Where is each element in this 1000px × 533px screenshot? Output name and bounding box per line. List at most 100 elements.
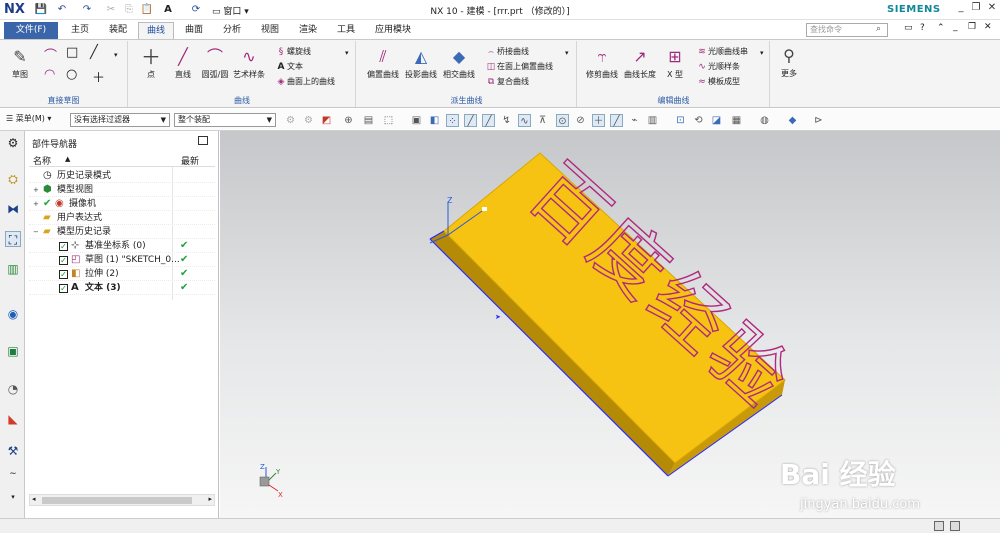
quadrant-snap-icon[interactable]: ⊘ xyxy=(574,114,587,127)
trim-curve-button[interactable]: ⥾ 修剪曲线 xyxy=(584,44,620,86)
reuse-library-icon[interactable]: ▥ xyxy=(5,261,21,277)
tangent-snap-icon[interactable]: ╱ xyxy=(610,114,623,127)
more-sketch-icon[interactable]: ▾ xyxy=(114,51,118,59)
rotate-view-icon[interactable]: ⟲ xyxy=(692,114,705,127)
curve-length-button[interactable]: ↗ 曲线长度 xyxy=(622,44,658,86)
intersect-curve-button[interactable]: ◆ 相交曲线 xyxy=(441,44,477,86)
copy-icon[interactable]: ⎘ xyxy=(122,3,136,17)
line-icon[interactable]: ╱ xyxy=(90,45,98,60)
part-navigator-icon[interactable]: ⛶ xyxy=(5,231,21,247)
orient-view-icon[interactable]: ▦ xyxy=(730,114,743,127)
sub-close-button[interactable]: ✕ xyxy=(984,22,992,32)
offset-curve-button[interactable]: ⫽ 偏置曲线 xyxy=(365,44,401,86)
system-materials-icon[interactable]: ∼ xyxy=(5,466,21,482)
deselect-icon[interactable]: ⊕ xyxy=(342,114,355,127)
cut-icon[interactable]: ✂ xyxy=(104,3,118,17)
column-name-header[interactable]: 名称 xyxy=(33,154,51,167)
settings-icon[interactable]: ⚙ xyxy=(5,135,21,151)
ribbon-options-icon[interactable]: ▭ xyxy=(904,23,913,33)
text-tool-icon[interactable]: A xyxy=(161,3,175,17)
maximize-panel-icon[interactable] xyxy=(198,136,208,145)
arc-circle-button[interactable]: ⌒ 圆弧/圆 xyxy=(199,44,231,86)
curve-more-icon[interactable]: ▾ xyxy=(345,49,349,57)
offset-in-face-button[interactable]: ◫ 在面上偏置曲线 xyxy=(485,60,553,74)
collapse-ribbon-icon[interactable]: ⌃ xyxy=(937,23,945,33)
tab-home[interactable]: 主页 xyxy=(62,22,98,39)
web-browser-icon[interactable]: ◉ xyxy=(5,306,21,322)
close-button[interactable]: ✕ xyxy=(984,2,1000,16)
tree-row-cameras[interactable]: + ✔ ◉ 摄像机 xyxy=(29,197,215,211)
window-menu[interactable]: ▭ 窗口 ▾ xyxy=(212,4,249,17)
circle-icon[interactable]: ○ xyxy=(66,67,77,82)
tree-row-model-history[interactable]: − ▰ 模型历史记录 xyxy=(29,225,215,239)
sort-ascending-icon[interactable]: ▲ xyxy=(65,155,70,163)
tab-surface[interactable]: 曲面 xyxy=(176,22,212,39)
component-filter-icon[interactable]: ⚙ xyxy=(302,114,315,127)
tree-row-extrude[interactable]: ✓ ◧ 拉伸 (2) ✔ xyxy=(29,267,215,281)
assembly-navigator-icon[interactable]: ⛭ xyxy=(5,171,21,187)
restore-button[interactable]: ❐ xyxy=(968,2,984,16)
tree-row-text[interactable]: ✓ A 文本 (3) ✔ xyxy=(29,281,215,295)
tree-row-history-mode[interactable]: ◷ 历史记录模式 xyxy=(29,169,215,183)
rectangle-icon[interactable]: □ xyxy=(66,45,78,60)
repeat-command-icon[interactable]: ⟳ xyxy=(189,3,203,17)
redo-icon[interactable]: ↷ xyxy=(80,3,94,17)
visibility-checkbox[interactable]: ✓ xyxy=(59,256,68,265)
profile-icon[interactable]: ⌒ xyxy=(44,45,57,64)
more-button[interactable]: ⚲ 更多 xyxy=(774,43,804,85)
tree-row-sketch[interactable]: ✓ ◰ 草图 (1) "SKETCH_0... ✔ xyxy=(29,253,215,267)
type-filter-icon[interactable]: ⚙ xyxy=(284,114,297,127)
center-snap-icon[interactable]: ⊙ xyxy=(556,114,569,127)
midpoint-snap-icon[interactable]: ╱ xyxy=(482,114,495,127)
assembly-scope-dropdown[interactable]: 整个装配 ▼ xyxy=(174,113,276,127)
selection-scope-icon[interactable]: ▤ xyxy=(362,114,375,127)
help-icon[interactable]: ? xyxy=(920,23,925,33)
scroll-right-icon[interactable]: ▸ xyxy=(208,495,212,503)
snap-point-icon[interactable]: ⁘ xyxy=(446,114,459,127)
tab-tools[interactable]: 工具 xyxy=(328,22,364,39)
derived-more-icon[interactable]: ▾ xyxy=(565,49,569,57)
arc-icon[interactable]: ◠ xyxy=(44,67,55,82)
point-button[interactable]: ＋ 点 xyxy=(135,44,167,86)
expand-icon[interactable]: + xyxy=(33,183,39,197)
main-menu-button[interactable]: ☰ 菜单(M) ▾ xyxy=(6,113,51,124)
render-style-icon[interactable]: ◪ xyxy=(710,114,723,127)
visibility-checkbox[interactable]: ✓ xyxy=(59,242,68,251)
navigator-horizontal-scrollbar[interactable]: ◂ ▸ xyxy=(29,494,215,506)
scroll-down-icon[interactable]: ▾ xyxy=(5,489,21,505)
edit-section-icon[interactable]: ◍ xyxy=(758,114,771,127)
tab-analysis[interactable]: 分析 xyxy=(214,22,250,39)
sketch-button[interactable]: ✎ 草图 xyxy=(4,44,36,86)
point-on-curve-icon[interactable]: ＋ xyxy=(592,114,605,127)
tab-assembly[interactable]: 装配 xyxy=(100,22,136,39)
tree-row-user-expressions[interactable]: ▰ 用户表达式 xyxy=(29,211,215,225)
helix-button[interactable]: § 螺旋线 xyxy=(275,45,311,59)
shaded-view-icon[interactable]: ◆ xyxy=(786,114,799,127)
endpoint-snap-icon[interactable]: ╱ xyxy=(464,114,477,127)
tab-view[interactable]: 视图 xyxy=(252,22,288,39)
text-button[interactable]: A 文本 xyxy=(275,60,303,74)
sub-minimize-button[interactable]: _ xyxy=(953,22,958,32)
studio-spline-button[interactable]: ∿ 艺术样条 xyxy=(233,44,265,86)
column-latest-header[interactable]: 最新 xyxy=(181,154,199,167)
composite-curve-button[interactable]: ⧉ 复合曲线 xyxy=(485,75,529,89)
line-button[interactable]: ╱ 直线 xyxy=(167,44,199,86)
status-icon-left[interactable] xyxy=(934,521,944,531)
visibility-checkbox[interactable]: ✓ xyxy=(59,284,68,293)
rectangle-select-icon[interactable]: ⬚ xyxy=(382,114,395,127)
history-icon[interactable]: ▣ xyxy=(5,343,21,359)
intersection-snap-icon[interactable]: ⌁ xyxy=(628,114,641,127)
feature-select-icon[interactable]: ▣ xyxy=(410,114,423,127)
project-curve-button[interactable]: ◭ 投影曲线 xyxy=(403,44,439,86)
fit-view-icon[interactable]: ⊡ xyxy=(674,114,687,127)
undo-icon[interactable]: ↶ xyxy=(55,3,69,17)
paste-icon[interactable]: 📋 xyxy=(140,3,154,17)
tree-row-model-views[interactable]: + ⬢ 模型视图 xyxy=(29,183,215,197)
arc-center-snap-icon[interactable]: ⊼ xyxy=(536,114,549,127)
tree-row-datum-csys[interactable]: ✓ ⊹ 基准坐标系 (0) ✔ xyxy=(29,239,215,253)
constraint-navigator-icon[interactable]: ⧓ xyxy=(5,201,21,217)
selection-filter-dropdown[interactable]: 没有选择过滤器 ▼ xyxy=(70,113,170,127)
tab-curve[interactable]: 曲线 xyxy=(138,22,174,39)
bridge-curve-button[interactable]: ⌢ 桥接曲线 xyxy=(485,45,529,59)
collapse-icon[interactable]: − xyxy=(33,225,39,239)
